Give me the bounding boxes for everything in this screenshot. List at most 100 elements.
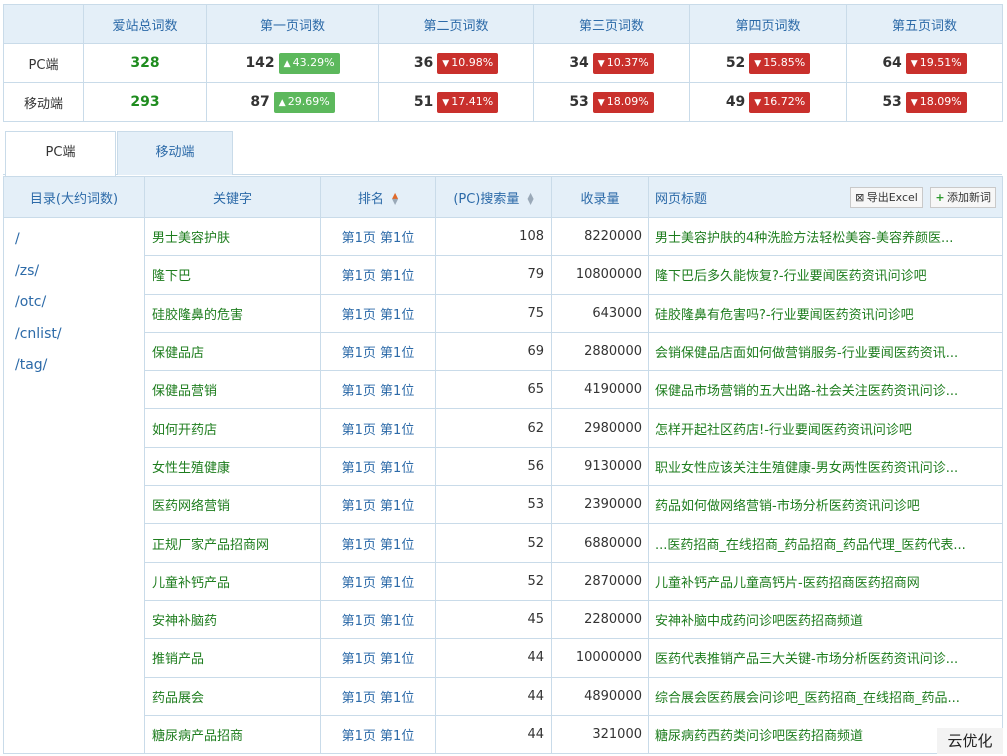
arrow-up-icon: ▲ <box>283 58 291 69</box>
search-volume-cell: 62 <box>435 408 552 448</box>
add-keyword-button[interactable]: + 添加新词 <box>930 187 996 208</box>
keyword-cell[interactable]: 推销产品 <box>144 638 321 678</box>
keyword-cell[interactable]: 正规厂家产品招商网 <box>144 523 321 563</box>
sort-icon[interactable]: ▲ ▼ <box>392 192 398 206</box>
summary-row: PC端 328 142 ▲ 43.29% 36 ▼ 10.98% 34 ▼ 10.37% 52 ▼ 15.… <box>3 43 1003 83</box>
indexed-cell: 10000000 <box>551 638 649 678</box>
directory-link[interactable]: / <box>5 224 144 256</box>
page-title-cell[interactable]: 会销保健品店面如何做营销服务-行业要闻医药资讯... <box>648 331 1003 372</box>
table-row: 保健品店 第1页 第1位 69 2880000 会销保健品店面如何做营销服务-行业要闻医… <box>4 331 1003 372</box>
rank-cell: 第1页 第1位 <box>320 216 436 257</box>
summary-page-cell: 87 ▲ 29.69% <box>206 82 379 122</box>
search-volume-cell: 52 <box>435 523 552 563</box>
directory-link[interactable]: /otc/ <box>5 287 144 319</box>
arrow-down-icon: ▼ <box>597 97 605 108</box>
export-excel-button[interactable]: ⊠ 导出Excel <box>849 187 923 208</box>
watermark: 云优化 <box>937 728 1003 754</box>
table-row: 女性生殖健康 第1页 第1位 56 9130000 职业女性应该关注生殖健康-男女两性医… <box>4 446 1003 487</box>
rank-cell: 第1页 第1位 <box>320 255 436 295</box>
page-title-cell[interactable]: 药品如何做网络营销-市场分析医药资讯问诊吧 <box>648 485 1003 525</box>
keyword-cell[interactable]: 男士美容护肤 <box>144 216 321 257</box>
change-percent: 15.85% <box>763 55 806 69</box>
change-badge: ▼ 19.51% <box>905 52 967 74</box>
page-title-cell[interactable]: 职业女性应该关注生殖健康-男女两性医药资讯问诊... <box>648 446 1003 487</box>
summary-page-cell: 53 ▼ 18.09% <box>846 82 1003 122</box>
change-badge: ▲ 43.29% <box>278 52 340 74</box>
change-percent: 17.41% <box>451 94 494 108</box>
rank-cell: 第1页 第1位 <box>320 331 436 372</box>
header-indexed: 收录量 <box>551 176 649 218</box>
rank-cell: 第1页 第1位 <box>320 676 436 716</box>
directory-list: //zs//otc//cnlist//tag/ <box>3 216 145 755</box>
search-volume-cell: 79 <box>435 255 552 295</box>
summary-page-cell: 36 ▼ 10.98% <box>378 43 534 83</box>
page-title-cell[interactable]: 怎样开起社区药店!-行业要闻医药资讯问诊吧 <box>648 408 1003 448</box>
page-title-cell[interactable]: 儿童补钙产品儿童高钙片-医药招商医药招商网 <box>648 561 1003 601</box>
keyword-cell[interactable]: 女性生殖健康 <box>144 446 321 487</box>
page-title-cell[interactable]: 安神补脑中成药问诊吧医药招商频道 <box>648 599 1003 640</box>
change-badge: ▼ 17.41% <box>437 91 499 113</box>
table-row: 药品展会 第1页 第1位 44 4890000 综合展会医药展会问诊吧_医药招商_在线招… <box>4 676 1003 716</box>
search-volume-cell: 45 <box>435 599 552 640</box>
keyword-header-row: 目录(大约词数) 关键字 排名 ▲ ▼ (PC)搜索量 ▲ ▼ 收录量 网页标题 ⊠… <box>3 176 1003 218</box>
summary-total-cell: 328 <box>83 43 207 83</box>
search-volume-cell: 108 <box>435 216 552 257</box>
change-badge: ▼ 18.09% <box>905 91 967 113</box>
header-title-label: 网页标题 <box>655 191 708 207</box>
rank-cell: 第1页 第1位 <box>320 408 436 448</box>
keyword-cell[interactable]: 硅胶隆鼻的危害 <box>144 293 321 333</box>
keyword-cell[interactable]: 安神补脑药 <box>144 599 321 640</box>
table-row: //zs//otc//cnlist//tag/男士美容护肤 第1页 第1位 108 8… <box>3 216 1003 755</box>
change-badge: ▲ 29.69% <box>273 91 335 113</box>
keyword-cell[interactable]: 儿童补钙产品 <box>144 561 321 601</box>
search-volume-cell: 75 <box>435 293 552 333</box>
page-title-cell[interactable]: 医药代表推销产品三大关键-市场分析医药资讯问诊... <box>648 638 1003 678</box>
header-directory: 目录(大约词数) <box>3 176 145 218</box>
excel-icon: ⊠ <box>855 191 865 204</box>
summary-header-row: 爱站总词数 第一页词数 第二页词数 第三页词数 第四页词数 第五页词数 <box>3 4 1003 44</box>
header-rank[interactable]: 排名 ▲ ▼ <box>320 176 436 218</box>
table-row: 儿童补钙产品 第1页 第1位 52 2870000 儿童补钙产品儿童高钙片-医药招商医药… <box>4 561 1003 601</box>
search-volume-cell: 65 <box>435 370 552 410</box>
page-title-cell[interactable]: 综合展会医药展会问诊吧_医药招商_在线招商_药品... <box>648 676 1003 716</box>
table-row: 糖尿病产品招商 第1页 第1位 44 321000 糖尿病药西药类问诊吧医药招商频道 <box>4 714 1003 755</box>
page-title-cell[interactable]: 硅胶隆鼻有危害吗?-行业要闻医药资讯问诊吧 <box>648 293 1003 333</box>
keyword-cell[interactable]: 保健品营销 <box>144 370 321 410</box>
rank-cell: 第1页 第1位 <box>320 293 436 333</box>
indexed-cell: 2980000 <box>551 408 649 448</box>
summary-page-cell: 52 ▼ 15.85% <box>689 43 847 83</box>
directory-link[interactable]: /cnlist/ <box>5 319 144 351</box>
keyword-cell[interactable]: 医药网络营销 <box>144 485 321 525</box>
directory-link[interactable]: /zs/ <box>5 256 144 288</box>
rank-cell: 第1页 第1位 <box>320 523 436 563</box>
keyword-table: 目录(大约词数) 关键字 排名 ▲ ▼ (PC)搜索量 ▲ ▼ 收录量 网页标题 ⊠… <box>3 176 1003 755</box>
rank-cell: 第1页 第1位 <box>320 714 436 755</box>
tab-mobile[interactable]: 移动端 <box>117 131 233 175</box>
tab-pc[interactable]: PC端 <box>5 131 116 176</box>
header-search-volume[interactable]: (PC)搜索量 ▲ ▼ <box>435 176 552 218</box>
change-badge: ▼ 10.37% <box>592 52 654 74</box>
summary-page-cell: 64 ▼ 19.51% <box>846 43 1003 83</box>
change-percent: 19.51% <box>919 55 962 69</box>
sort-icon[interactable]: ▲ ▼ <box>528 192 534 206</box>
search-volume-cell: 53 <box>435 485 552 525</box>
add-keyword-label: 添加新词 <box>947 191 991 204</box>
keyword-cell[interactable]: 如何开药店 <box>144 408 321 448</box>
page-title-cell[interactable]: 男士美容护肤的4种洗脸方法轻松美容-美容养颜医... <box>648 216 1003 257</box>
search-volume-cell: 44 <box>435 676 552 716</box>
header-volume-label: (PC)搜索量 <box>453 191 520 207</box>
keyword-cell[interactable]: 药品展会 <box>144 676 321 716</box>
keyword-cell[interactable]: 糖尿病产品招商 <box>144 714 321 755</box>
change-percent: 10.37% <box>606 55 649 69</box>
summary-page-cell: 51 ▼ 17.41% <box>378 82 534 122</box>
page-title-cell[interactable]: 保健品市场营销的五大出路-社会关注医药资讯问诊... <box>648 370 1003 410</box>
page-count: 53 <box>882 93 902 110</box>
page-title-cell[interactable]: 隆下巴后多久能恢复?-行业要闻医药资讯问诊吧 <box>648 255 1003 295</box>
summary-header-page2: 第二页词数 <box>378 4 534 44</box>
keyword-cell[interactable]: 保健品店 <box>144 331 321 372</box>
indexed-cell: 8220000 <box>551 216 649 257</box>
directory-link[interactable]: /tag/ <box>5 350 144 382</box>
summary-page-cell: 142 ▲ 43.29% <box>206 43 379 83</box>
keyword-cell[interactable]: 隆下巴 <box>144 255 321 295</box>
page-title-cell[interactable]: ...医药招商_在线招商_药品招商_药品代理_医药代表... <box>648 523 1003 563</box>
